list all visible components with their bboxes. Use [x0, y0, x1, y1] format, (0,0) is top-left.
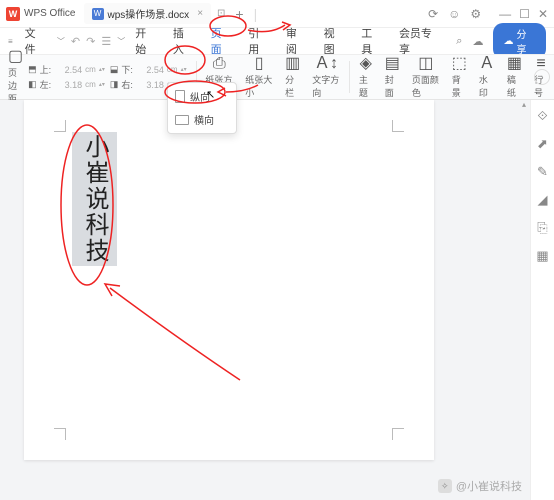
redo-icon[interactable]: ↷ [86, 35, 95, 48]
right-sidebar: ⟐ ⬈ ✎ ◢ ⎘ ▦ [530, 100, 554, 500]
vertical-scrollbar[interactable]: ▴ [518, 100, 530, 460]
paper-size-icon: ▯ [255, 56, 264, 72]
doc-title: wps操作场景.docx [108, 6, 190, 21]
settings-icon[interactable]: ⚙ [470, 7, 481, 21]
dropdown-portrait[interactable]: 纵向 [170, 85, 234, 108]
share-label: 分享 [516, 26, 536, 56]
app-name: WPS Office [24, 8, 76, 19]
ribbon: ▢ 页边距 ⬒ 上:cm▴▾ ◧ 左:cm▴▾ ⬓ 下:cm▴▾ ◨ 右:cm▴… [0, 54, 554, 100]
landscape-label: 横向 [194, 112, 214, 127]
stepper-icon[interactable]: ▴▾ [99, 82, 105, 88]
margin-top-input[interactable] [54, 64, 82, 76]
margin-right-input[interactable] [136, 79, 164, 91]
document-text[interactable]: 小崔说科技 [72, 132, 117, 266]
menu-back-icon[interactable]: ≡ [8, 37, 13, 46]
tab-close-button[interactable]: × [197, 8, 203, 19]
margin-left-input[interactable] [54, 79, 82, 91]
orientation-icon: ⎙ [213, 56, 226, 72]
image-watermark: ✧ @小崔说科技 [438, 478, 522, 494]
margin-bottom-row[interactable]: ⬓ 下:cm▴▾ [110, 63, 187, 76]
cover-icon: ▤ [385, 56, 400, 72]
margin-left-row[interactable]: ◧ 左:cm▴▾ [28, 78, 105, 91]
dropdown-landscape[interactable]: 横向 [170, 108, 234, 131]
sidebar-select-icon[interactable]: ⬈ [537, 136, 548, 152]
watermark-icon: Ａ [479, 56, 495, 72]
theme-icon: ◈ [360, 56, 372, 72]
stepper-icon[interactable]: ▴▾ [181, 67, 187, 73]
page-color-icon: ◫ [418, 56, 433, 72]
search-icon[interactable]: ⌕ [456, 35, 462, 48]
page-color-button[interactable]: ◫页面颜色 [406, 54, 446, 101]
doc-icon: W [92, 8, 104, 20]
new-tab-button[interactable]: + [235, 6, 243, 22]
page-margins-group[interactable]: ▢ 页边距 ⬒ 上:cm▴▾ ◧ 左:cm▴▾ ⬓ 下:cm▴▾ ◨ 右:cm▴… [0, 47, 193, 107]
document-page[interactable]: 小崔说科技 [24, 100, 434, 460]
sidebar-pen-icon[interactable]: ✎ [537, 164, 548, 180]
margin-top-icon: ⬒ [28, 64, 37, 75]
page-corner-icon [392, 428, 404, 440]
tab-divider: | [254, 6, 258, 22]
cloud-icon[interactable]: ☁ [472, 35, 483, 48]
watermark-button[interactable]: Ａ水印 [473, 54, 501, 101]
print-icon[interactable]: ☰ [101, 35, 111, 48]
page-corner-icon [392, 120, 404, 132]
theme-button[interactable]: ◈主题 [353, 54, 379, 101]
watermark-text: @小崔说科技 [456, 478, 522, 494]
sidebar-style-icon[interactable]: ⟐ [537, 108, 547, 124]
margin-left-icon: ◧ [28, 79, 37, 90]
margin-top-row[interactable]: ⬒ 上:cm▴▾ [28, 63, 105, 76]
paper-size-button[interactable]: ▯纸张大小 [239, 54, 279, 101]
undo-icon[interactable]: ↶ [71, 35, 80, 48]
app-logo-icon: W [6, 7, 20, 21]
background-button[interactable]: ⬚背景 [446, 54, 473, 101]
share-icon: ☁ [503, 36, 513, 47]
margin-bottom-icon: ⬓ [110, 64, 119, 75]
cover-button[interactable]: ▤封面 [379, 54, 406, 101]
columns-button[interactable]: ▥分栏 [279, 54, 306, 101]
sync-icon[interactable]: ⟳ [428, 7, 438, 21]
text-direction-button[interactable]: Ａ↕文字方向 [306, 54, 346, 101]
lined-paper-button[interactable]: ▦稿纸 [501, 54, 528, 101]
portrait-icon [175, 90, 185, 103]
background-icon: ⬚ [452, 56, 467, 72]
lined-paper-icon: ▦ [507, 56, 522, 72]
scroll-up-icon[interactable]: ▴ [518, 100, 530, 109]
ribbon-expand-button[interactable]: › [534, 69, 550, 85]
mouse-cursor-icon: ↖ [206, 88, 215, 101]
landscape-icon [175, 115, 189, 125]
sidebar-highlight-icon[interactable]: ◢ [538, 192, 548, 208]
margin-right-icon: ◨ [110, 79, 119, 90]
page-corner-icon [54, 120, 66, 132]
sidebar-clipboard-icon[interactable]: ⎘ [537, 220, 547, 236]
margins-icon: ▢ [8, 49, 23, 65]
window-minimize-button[interactable]: — [499, 7, 511, 21]
sidebar-grid-icon[interactable]: ▦ [536, 248, 548, 264]
orientation-dropdown: 纵向 横向 [167, 82, 237, 134]
menu-file-chevron-icon: ﹀ [57, 36, 65, 47]
qat-chevron-icon[interactable]: ﹀ [117, 36, 125, 47]
document-tab[interactable]: W wps操作场景.docx × [84, 3, 212, 24]
watermark-icon: ✧ [438, 479, 452, 493]
margin-bottom-input[interactable] [136, 64, 164, 76]
tab-pinned-icon[interactable]: ⊡ [217, 8, 225, 19]
document-workspace: 小崔说科技 [0, 100, 530, 500]
columns-icon: ▥ [285, 56, 300, 72]
page-corner-icon [54, 428, 66, 440]
title-right-controls: ⟳ ☺ ⚙ — ☐ ✕ [428, 7, 548, 21]
window-close-button[interactable]: ✕ [538, 7, 548, 21]
stepper-icon[interactable]: ▴▾ [99, 67, 105, 73]
window-maximize-button[interactable]: ☐ [519, 7, 530, 21]
user-avatar-icon[interactable]: ☺ [448, 7, 460, 21]
text-direction-icon: Ａ↕ [314, 56, 338, 72]
